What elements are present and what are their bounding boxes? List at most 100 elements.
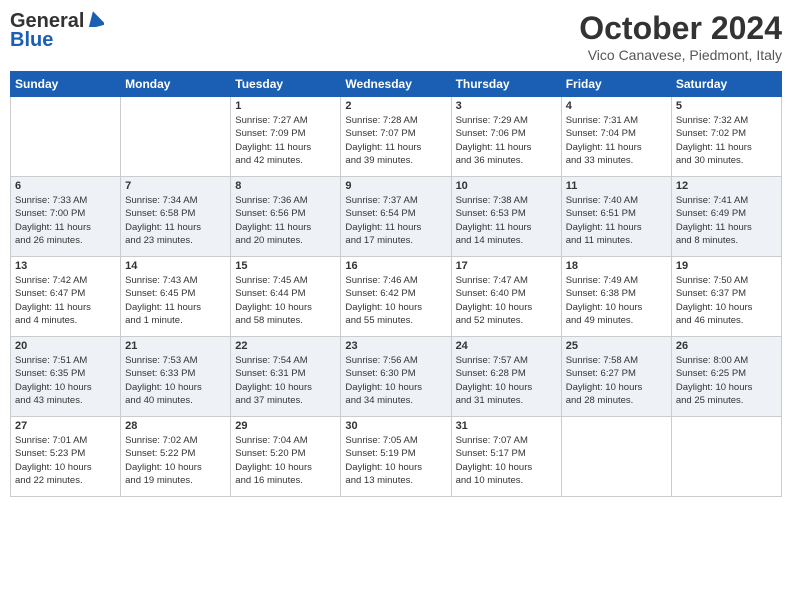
day-number: 21 [125, 340, 226, 352]
day-number: 13 [15, 260, 116, 272]
calendar-day-cell [11, 97, 121, 177]
day-info-text: Sunrise: 7:36 AMSunset: 6:56 PMDaylight:… [235, 194, 336, 247]
day-info-text: Sunrise: 7:58 AMSunset: 6:27 PMDaylight:… [566, 354, 667, 407]
calendar-day-cell: 7Sunrise: 7:34 AMSunset: 6:58 PMDaylight… [121, 177, 231, 257]
day-info-text: Sunrise: 7:28 AMSunset: 7:07 PMDaylight:… [345, 114, 446, 167]
day-info-text: Sunrise: 7:31 AMSunset: 7:04 PMDaylight:… [566, 114, 667, 167]
day-number: 16 [345, 260, 446, 272]
col-sunday: Sunday [11, 72, 121, 97]
calendar-day-cell: 18 Sunrise: 7:49 AMSunset: 6:38 PMDayligh… [561, 257, 671, 337]
calendar-day-cell: 2 Sunrise: 7:28 AMSunset: 7:07 PMDaylight… [341, 97, 451, 177]
calendar-day-cell: 22Sunrise: 7:54 AMSunset: 6:31 PMDayligh… [231, 337, 341, 417]
day-number: 27 [15, 420, 116, 432]
col-thursday: Thursday [451, 72, 561, 97]
calendar-day-cell: 21 Sunrise: 7:53 AMSunset: 6:33 PMDayligh… [121, 337, 231, 417]
day-number: 9 [345, 180, 446, 192]
col-tuesday: Tuesday [231, 72, 341, 97]
day-number: 28 [125, 420, 226, 432]
day-number: 2 [345, 100, 446, 112]
calendar-day-cell: 4 Sunrise: 7:31 AMSunset: 7:04 PMDaylight… [561, 97, 671, 177]
calendar-day-cell: 17 Sunrise: 7:47 AMSunset: 6:40 PMDayligh… [451, 257, 561, 337]
day-info-text: Sunrise: 7:27 AMSunset: 7:09 PMDaylight:… [235, 114, 336, 167]
page-header: General Blue October 2024 Vico Canavese,… [10, 10, 782, 63]
day-number: 10 [456, 180, 557, 192]
day-number: 31 [456, 420, 557, 432]
day-info-text: Sunrise: 8:00 AMSunset: 6:25 PMDaylight:… [676, 354, 777, 407]
day-number: 15 [235, 260, 336, 272]
calendar-day-cell: 16Sunrise: 7:46 AMSunset: 6:42 PMDayligh… [341, 257, 451, 337]
calendar-day-cell: 13 Sunrise: 7:42 AMSunset: 6:47 PMDayligh… [11, 257, 121, 337]
day-number: 12 [676, 180, 777, 192]
calendar-day-cell: 8 Sunrise: 7:36 AMSunset: 6:56 PMDaylight… [231, 177, 341, 257]
day-number: 19 [676, 260, 777, 272]
day-number: 4 [566, 100, 667, 112]
day-info-text: Sunrise: 7:33 AMSunset: 7:00 PMDaylight:… [15, 194, 116, 247]
logo-triangle-icon [86, 11, 104, 32]
day-info-text: Sunrise: 7:45 AMSunset: 6:44 PMDaylight:… [235, 274, 336, 327]
calendar-day-cell: 25 Sunrise: 7:58 AMSunset: 6:27 PMDayligh… [561, 337, 671, 417]
day-number: 14 [125, 260, 226, 272]
calendar-week-row: 13 Sunrise: 7:42 AMSunset: 6:47 PMDayligh… [11, 257, 782, 337]
day-info-text: Sunrise: 7:02 AMSunset: 5:22 PMDaylight:… [125, 434, 226, 487]
day-info-text: Sunrise: 7:04 AMSunset: 5:20 PMDaylight:… [235, 434, 336, 487]
calendar-day-cell: 28 Sunrise: 7:02 AMSunset: 5:22 PMDayligh… [121, 417, 231, 497]
calendar-day-cell: 11 Sunrise: 7:40 AMSunset: 6:51 PMDayligh… [561, 177, 671, 257]
calendar-day-cell: 19 Sunrise: 7:50 AMSunset: 6:37 PMDayligh… [671, 257, 781, 337]
logo: General Blue [10, 10, 104, 52]
calendar-day-cell [561, 417, 671, 497]
day-info-text: Sunrise: 7:34 AMSunset: 6:58 PMDaylight:… [125, 194, 226, 247]
day-info-text: Sunrise: 7:47 AMSunset: 6:40 PMDaylight:… [456, 274, 557, 327]
calendar-week-row: 27Sunrise: 7:01 AMSunset: 5:23 PMDayligh… [11, 417, 782, 497]
col-monday: Monday [121, 72, 231, 97]
day-number: 5 [676, 100, 777, 112]
day-number: 6 [15, 180, 116, 192]
calendar-day-cell [121, 97, 231, 177]
day-info-text: Sunrise: 7:56 AMSunset: 6:30 PMDaylight:… [345, 354, 446, 407]
day-number: 18 [566, 260, 667, 272]
logo-blue-text: Blue [10, 29, 53, 52]
day-info-text: Sunrise: 7:49 AMSunset: 6:38 PMDaylight:… [566, 274, 667, 327]
day-info-text: Sunrise: 7:32 AMSunset: 7:02 PMDaylight:… [676, 114, 777, 167]
calendar-day-cell: 5 Sunrise: 7:32 AMSunset: 7:02 PMDaylight… [671, 97, 781, 177]
calendar-day-cell: 9Sunrise: 7:37 AMSunset: 6:54 PMDaylight… [341, 177, 451, 257]
day-info-text: Sunrise: 7:41 AMSunset: 6:49 PMDaylight:… [676, 194, 777, 247]
calendar-table: Sunday Monday Tuesday Wednesday Thursday… [10, 71, 782, 497]
day-info-text: Sunrise: 7:40 AMSunset: 6:51 PMDaylight:… [566, 194, 667, 247]
location-text: Vico Canavese, Piedmont, Italy [579, 47, 782, 63]
day-info-text: Sunrise: 7:07 AMSunset: 5:17 PMDaylight:… [456, 434, 557, 487]
day-number: 11 [566, 180, 667, 192]
calendar-day-cell: 27Sunrise: 7:01 AMSunset: 5:23 PMDayligh… [11, 417, 121, 497]
col-friday: Friday [561, 72, 671, 97]
day-info-text: Sunrise: 7:43 AMSunset: 6:45 PMDaylight:… [125, 274, 226, 327]
day-number: 22 [235, 340, 336, 352]
day-info-text: Sunrise: 7:38 AMSunset: 6:53 PMDaylight:… [456, 194, 557, 247]
day-info-text: Sunrise: 7:53 AMSunset: 6:33 PMDaylight:… [125, 354, 226, 407]
day-number: 23 [345, 340, 446, 352]
calendar-day-cell: 1Sunrise: 7:27 AMSunset: 7:09 PMDaylight… [231, 97, 341, 177]
title-section: October 2024 Vico Canavese, Piedmont, It… [579, 10, 782, 63]
day-info-text: Sunrise: 7:50 AMSunset: 6:37 PMDaylight:… [676, 274, 777, 327]
calendar-day-cell [671, 417, 781, 497]
day-number: 29 [235, 420, 336, 432]
day-number: 25 [566, 340, 667, 352]
calendar-day-cell: 30Sunrise: 7:05 AMSunset: 5:19 PMDayligh… [341, 417, 451, 497]
calendar-week-row: 6 Sunrise: 7:33 AMSunset: 7:00 PMDaylight… [11, 177, 782, 257]
calendar-day-cell: 23 Sunrise: 7:56 AMSunset: 6:30 PMDayligh… [341, 337, 451, 417]
calendar-day-cell: 12 Sunrise: 7:41 AMSunset: 6:49 PMDayligh… [671, 177, 781, 257]
day-number: 17 [456, 260, 557, 272]
day-info-text: Sunrise: 7:29 AMSunset: 7:06 PMDaylight:… [456, 114, 557, 167]
calendar-day-cell: 3 Sunrise: 7:29 AMSunset: 7:06 PMDaylight… [451, 97, 561, 177]
calendar-header-row: Sunday Monday Tuesday Wednesday Thursday… [11, 72, 782, 97]
calendar-day-cell: 26Sunrise: 8:00 AMSunset: 6:25 PMDayligh… [671, 337, 781, 417]
day-number: 24 [456, 340, 557, 352]
day-number: 20 [15, 340, 116, 352]
calendar-day-cell: 15 Sunrise: 7:45 AMSunset: 6:44 PMDayligh… [231, 257, 341, 337]
day-number: 3 [456, 100, 557, 112]
calendar-day-cell: 29 Sunrise: 7:04 AMSunset: 5:20 PMDayligh… [231, 417, 341, 497]
day-number: 8 [235, 180, 336, 192]
calendar-day-cell: 10 Sunrise: 7:38 AMSunset: 6:53 PMDayligh… [451, 177, 561, 257]
col-wednesday: Wednesday [341, 72, 451, 97]
col-saturday: Saturday [671, 72, 781, 97]
day-info-text: Sunrise: 7:42 AMSunset: 6:47 PMDaylight:… [15, 274, 116, 327]
month-title: October 2024 [579, 10, 782, 47]
